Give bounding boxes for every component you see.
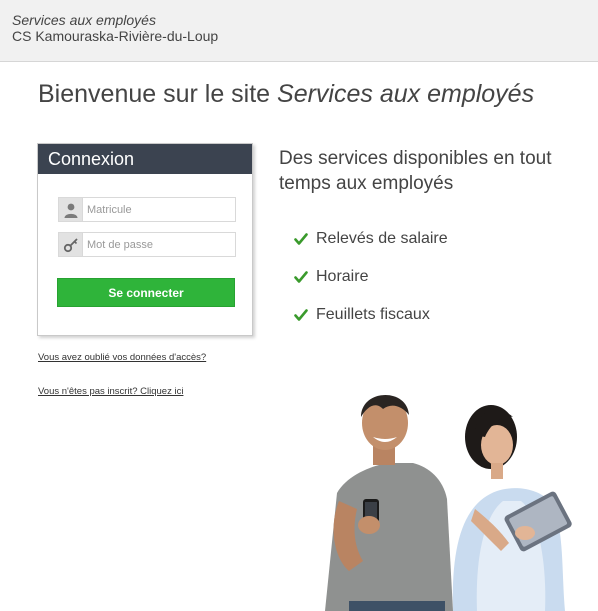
- key-icon: [59, 233, 83, 256]
- checkmark-icon: [294, 308, 316, 322]
- register-link[interactable]: Vous n'êtes pas inscrit? Cliquez ici: [38, 386, 183, 397]
- password-field[interactable]: [58, 232, 236, 257]
- header-subtitle: CS Kamouraska-Rivière-du-Loup: [12, 28, 219, 44]
- login-panel: Connexion Se connecter: [37, 143, 253, 336]
- welcome-emphasis: Services aux employés: [277, 80, 535, 108]
- services-heading: Des services disponibles en tout temps a…: [279, 148, 552, 194]
- login-button[interactable]: Se connecter: [57, 278, 235, 307]
- welcome-prefix: Bienvenue sur le site: [38, 80, 278, 108]
- list-item: Feuillets fiscaux: [294, 296, 448, 334]
- username-input[interactable]: [83, 198, 233, 221]
- list-item: Horaire: [294, 258, 448, 296]
- site-header: Services aux employés CS Kamouraska-Rivi…: [0, 0, 598, 62]
- service-label: Horaire: [316, 268, 369, 285]
- password-input[interactable]: [83, 233, 233, 256]
- forgot-credentials-link[interactable]: Vous avez oublié vos données d'accès?: [38, 352, 206, 363]
- checkmark-icon: [294, 270, 316, 284]
- service-label: Relevés de salaire: [316, 230, 448, 247]
- login-panel-title: Connexion: [38, 144, 252, 174]
- services-list: Relevés de salaire Horaire Feuillets fis…: [294, 220, 448, 334]
- list-item: Relevés de salaire: [294, 220, 448, 258]
- welcome-heading: Bienvenue sur le site Services aux emplo…: [38, 80, 534, 109]
- username-field[interactable]: [58, 197, 236, 222]
- checkmark-icon: [294, 232, 316, 246]
- service-label: Feuillets fiscaux: [316, 306, 430, 323]
- user-icon: [59, 198, 83, 221]
- header-title: Services aux employés: [12, 12, 156, 28]
- employees-photo: [325, 394, 572, 611]
